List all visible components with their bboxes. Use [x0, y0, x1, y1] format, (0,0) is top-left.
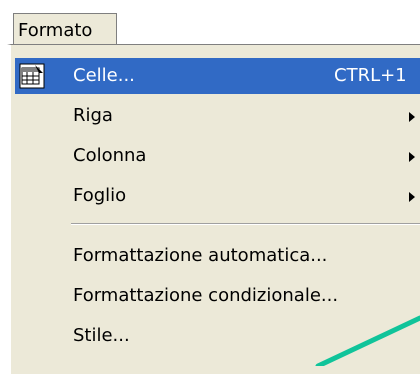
formato-dropdown-menu: Celle... CTRL+1 Riga Colonna Foglio Form…	[7, 44, 420, 374]
menu-item-colonna-label: Colonna	[73, 145, 147, 166]
menu-item-celle[interactable]: Celle... CTRL+1	[15, 58, 420, 94]
menu-item-formattazione-condizionale[interactable]: Formattazione condizionale...	[15, 278, 420, 314]
menu-item-colonna[interactable]: Colonna	[15, 138, 420, 174]
menu-item-formattazione-automatica[interactable]: Formattazione automatica...	[15, 238, 420, 274]
menu-separator	[71, 223, 420, 225]
menu-formato-label: Formato	[18, 20, 93, 41]
submenu-arrow-icon	[409, 192, 415, 202]
cells-format-icon	[19, 63, 45, 89]
menu-item-riga[interactable]: Riga	[15, 98, 420, 134]
menu-item-stile[interactable]: Stile...	[15, 318, 420, 354]
menu-item-formattazione-condizionale-label: Formattazione condizionale...	[73, 285, 339, 306]
menu-formato[interactable]: Formato	[13, 13, 117, 47]
menu-item-celle-label: Celle...	[73, 65, 135, 86]
menu-bar: Formato	[0, 0, 420, 47]
menu-item-foglio[interactable]: Foglio	[15, 178, 420, 214]
menu-item-formattazione-automatica-label: Formattazione automatica...	[73, 245, 328, 266]
menu-item-celle-shortcut: CTRL+1	[334, 65, 407, 86]
submenu-arrow-icon	[409, 152, 415, 162]
menu-item-stile-label: Stile...	[73, 325, 130, 346]
menu-item-riga-label: Riga	[73, 105, 113, 126]
submenu-arrow-icon	[409, 112, 415, 122]
menu-item-foglio-label: Foglio	[73, 185, 127, 206]
